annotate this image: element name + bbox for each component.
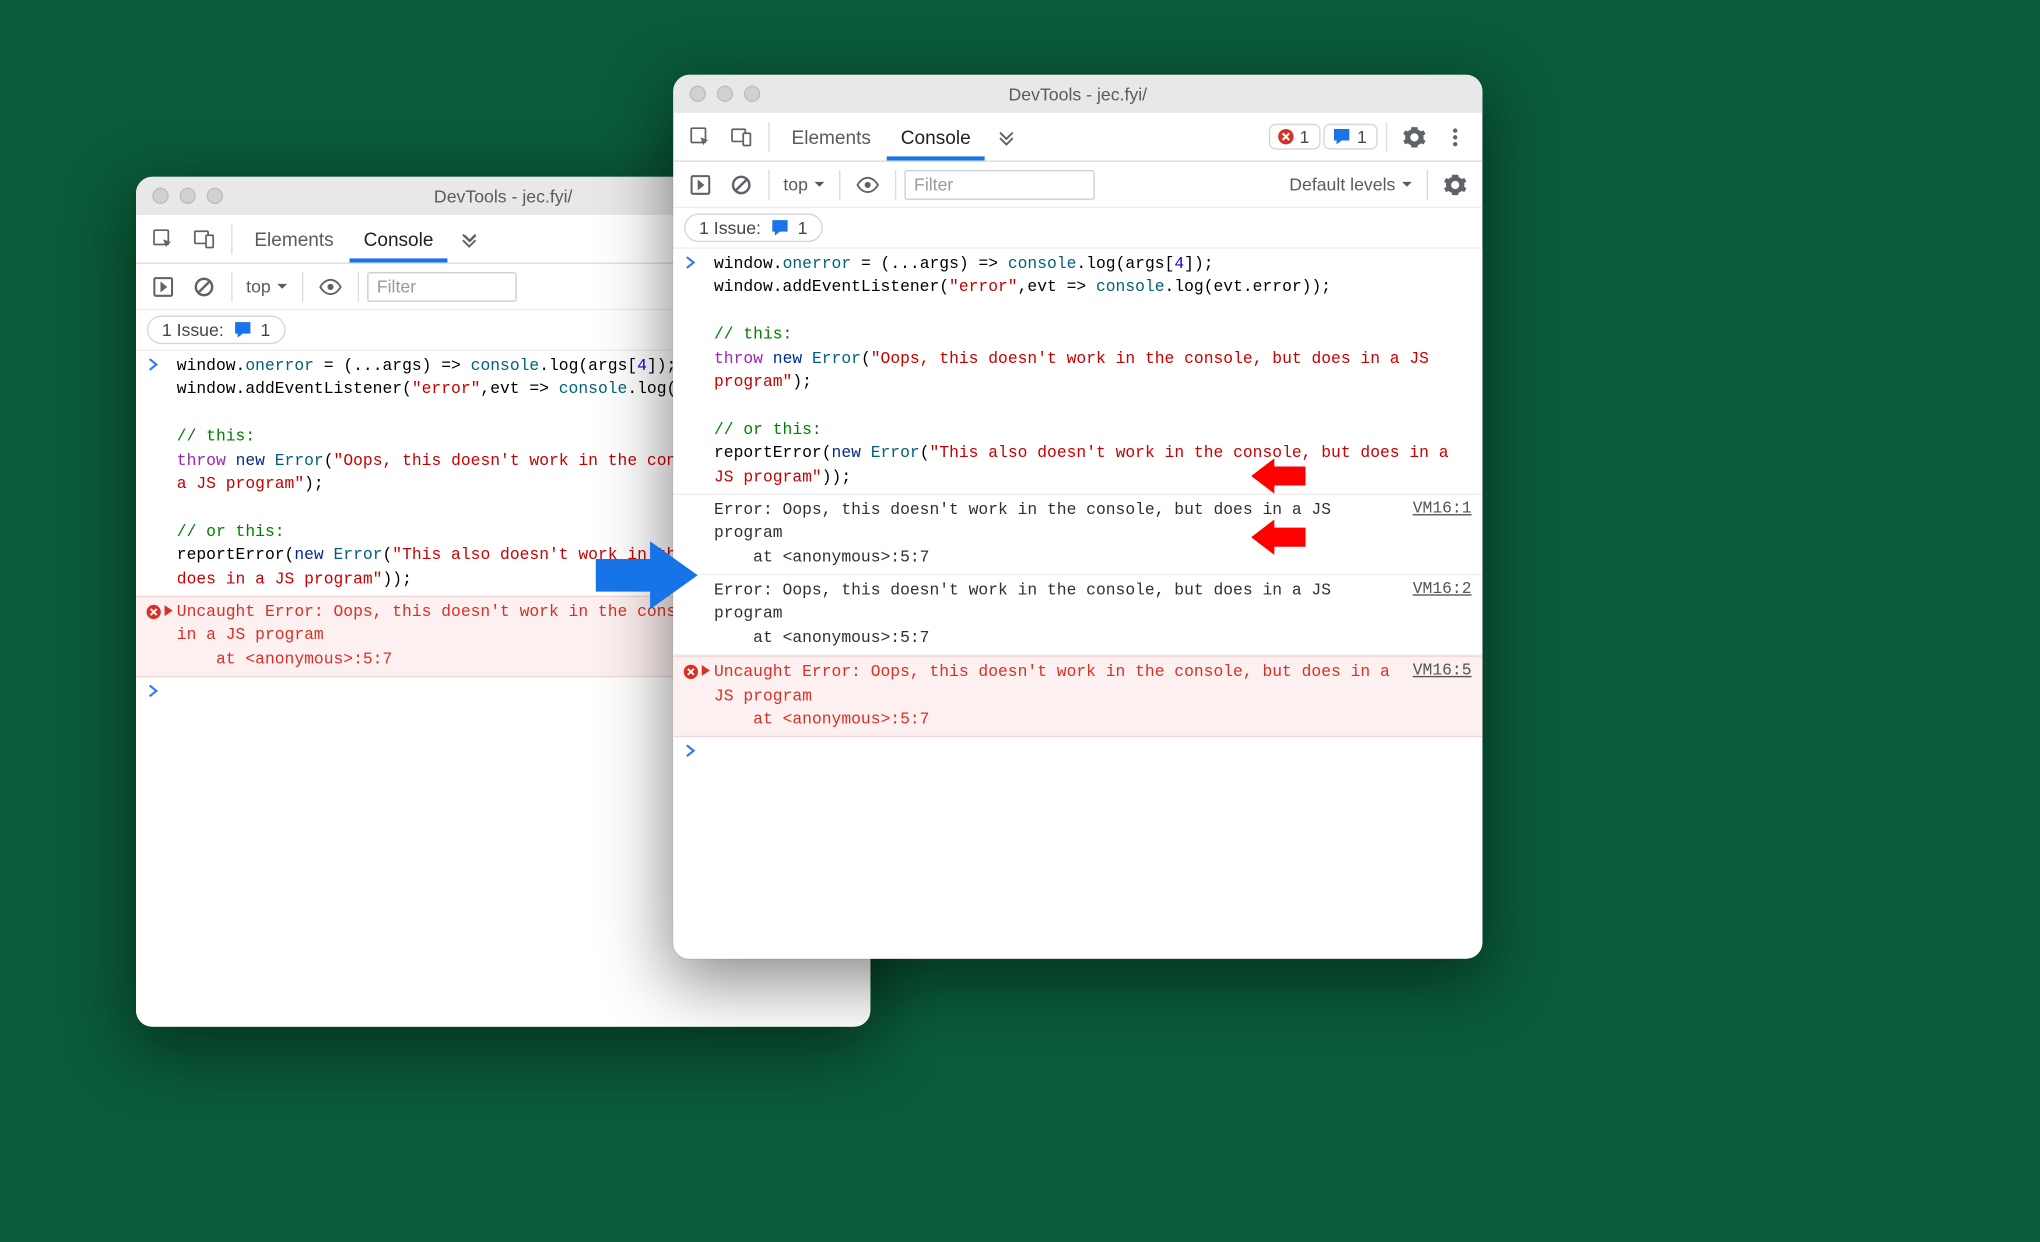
blue-arrow-annotation: [596, 541, 698, 616]
execute-icon[interactable]: [144, 267, 182, 305]
traffic-close[interactable]: [690, 86, 706, 102]
context-selector[interactable]: top: [778, 174, 831, 194]
main-tabbar: Elements Console 1 1: [673, 113, 1482, 162]
inspect-icon[interactable]: [144, 220, 182, 258]
filter-input[interactable]: Filter: [905, 169, 1095, 199]
execute-icon[interactable]: [681, 165, 719, 203]
eye-icon[interactable]: [849, 165, 887, 203]
clear-console-icon[interactable]: [185, 267, 223, 305]
issues-chip[interactable]: 1 Issue: 1: [147, 316, 285, 345]
error-count-badge[interactable]: 1: [1268, 124, 1320, 150]
console-log-row[interactable]: Error: Oops, this doesn't work in the co…: [673, 575, 1482, 655]
chevron-down-icon: [1401, 178, 1413, 190]
more-vertical-icon[interactable]: [1436, 118, 1474, 156]
console-input-code: window.onerror = (...args) => console.lo…: [714, 253, 1472, 490]
filter-input[interactable]: Filter: [367, 271, 517, 301]
gear-icon[interactable]: [1395, 118, 1433, 156]
source-location-link[interactable]: VM16:1: [1402, 499, 1472, 518]
speech-bubble-icon: [232, 320, 252, 340]
log-message: Error: Oops, this doesn't work in the co…: [714, 579, 1402, 650]
more-tabs-icon[interactable]: [450, 220, 488, 258]
error-circle-icon: [144, 601, 163, 620]
traffic-minimize[interactable]: [180, 188, 196, 204]
chevron-down-icon: [813, 178, 825, 190]
error-circle-icon: [1276, 128, 1294, 146]
console-log-row[interactable]: Error: Oops, this doesn't work in the co…: [673, 494, 1482, 576]
tab-elements[interactable]: Elements: [241, 215, 348, 263]
tab-console[interactable]: Console: [350, 215, 447, 263]
prompt-icon: [144, 681, 163, 697]
error-count: 1: [1300, 126, 1310, 146]
disclosure-triangle-icon[interactable]: [700, 661, 714, 683]
error-circle-icon: [681, 661, 700, 680]
window-title: DevTools - jec.fyi/: [673, 84, 1482, 104]
issues-bar: 1 Issue: 1: [673, 208, 1482, 249]
tab-elements[interactable]: Elements: [778, 113, 885, 161]
inspect-icon[interactable]: [681, 118, 719, 156]
traffic-zoom[interactable]: [207, 188, 223, 204]
gear-icon[interactable]: [1436, 165, 1474, 203]
console-error-row[interactable]: Uncaught Error: Oops, this doesn't work …: [673, 656, 1482, 738]
traffic-minimize[interactable]: [717, 86, 733, 102]
red-arrow-annotation: [1251, 520, 1305, 562]
prompt-icon: [144, 355, 163, 371]
context-selector[interactable]: top: [241, 276, 294, 296]
red-arrow-annotation: [1251, 458, 1305, 500]
eye-icon[interactable]: [312, 267, 350, 305]
clear-console-icon[interactable]: [722, 165, 760, 203]
device-toggle-icon[interactable]: [722, 118, 760, 156]
console-input-row[interactable]: window.onerror = (...args) => console.lo…: [673, 249, 1482, 494]
titlebar[interactable]: DevTools - jec.fyi/: [673, 75, 1482, 113]
speech-bubble-icon: [769, 218, 789, 238]
traffic-close[interactable]: [152, 188, 168, 204]
prompt-icon: [681, 253, 700, 269]
error-message: Uncaught Error: Oops, this doesn't work …: [714, 661, 1402, 732]
more-tabs-icon[interactable]: [987, 118, 1025, 156]
prompt-icon: [681, 742, 700, 758]
console-output: window.onerror = (...args) => console.lo…: [673, 249, 1482, 959]
source-location-link[interactable]: VM16:5: [1402, 661, 1472, 680]
speech-bubble-icon: [1331, 126, 1351, 146]
chevron-down-icon: [276, 280, 288, 292]
device-toggle-icon[interactable]: [185, 220, 223, 258]
info-count-badge[interactable]: 1: [1323, 124, 1378, 150]
tab-console[interactable]: Console: [887, 113, 984, 161]
info-count: 1: [1357, 126, 1367, 146]
disclosure-triangle-icon[interactable]: [163, 601, 177, 623]
source-location-link[interactable]: VM16:2: [1402, 579, 1472, 598]
devtools-window-after: DevTools - jec.fyi/ Elements Console 1: [673, 75, 1482, 959]
console-toolbar: top Filter Default levels: [673, 162, 1482, 208]
traffic-zoom[interactable]: [744, 86, 760, 102]
log-levels-selector[interactable]: Default levels: [1284, 174, 1419, 194]
console-prompt-row[interactable]: [673, 738, 1482, 765]
issues-chip[interactable]: 1 Issue: 1: [684, 214, 822, 243]
